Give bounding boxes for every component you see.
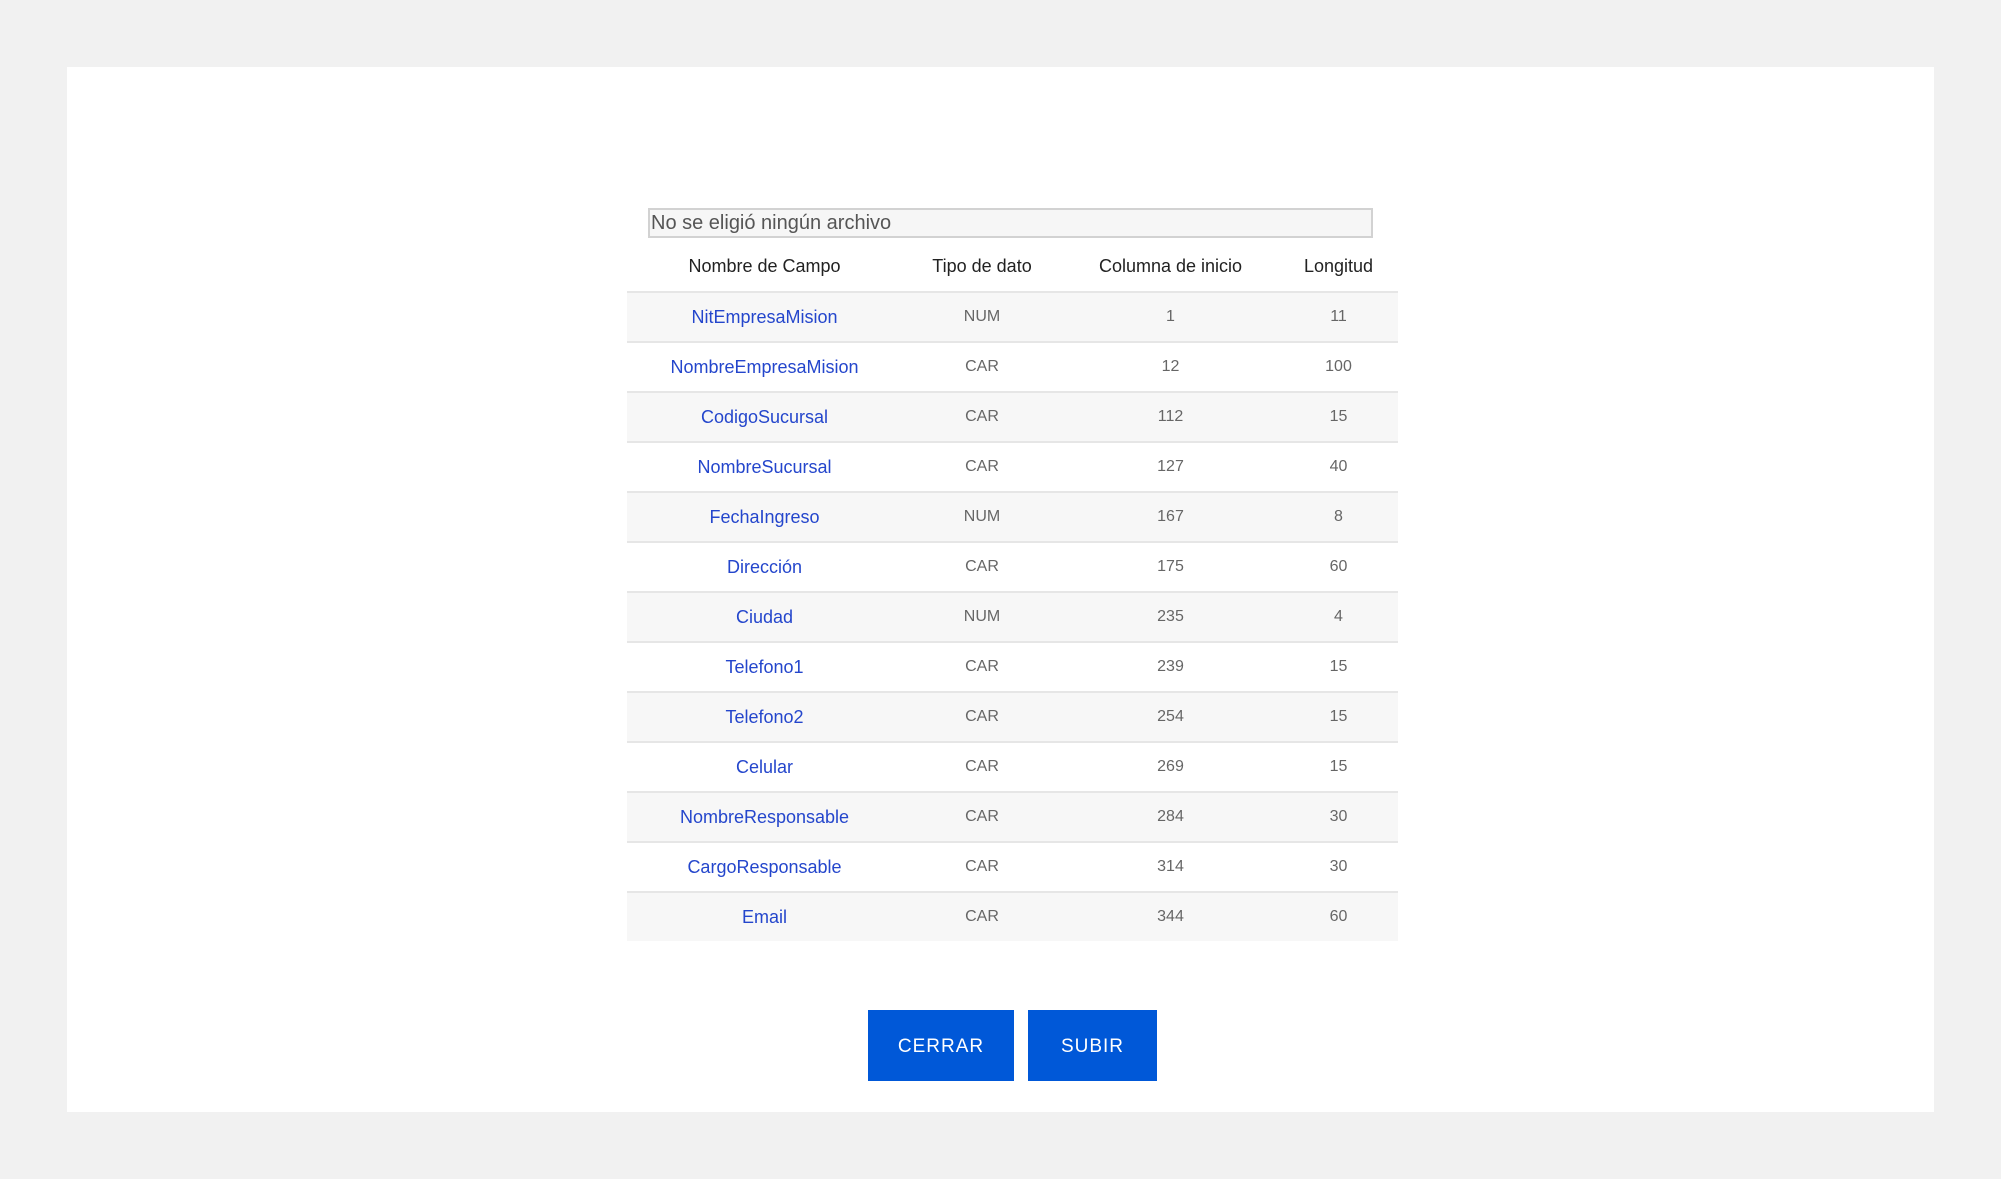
- field-name-link[interactable]: CodigoSucursal: [627, 391, 902, 442]
- field-name-link[interactable]: NombreResponsable: [627, 791, 902, 842]
- upload-button[interactable]: SUBIR: [1028, 1010, 1157, 1081]
- column-header-tipo: Tipo de dato: [932, 255, 1032, 276]
- data-type-cell: CAR: [902, 791, 1062, 842]
- start-column-cell: 1: [1062, 291, 1279, 342]
- start-column-cell: 254: [1062, 691, 1279, 742]
- length-cell: 60: [1279, 891, 1398, 941]
- data-type-cell: CAR: [902, 541, 1062, 592]
- length-cell: 100: [1279, 341, 1398, 392]
- length-cell: 15: [1279, 641, 1398, 692]
- table-row: CargoResponsable CAR 314 30: [627, 841, 1398, 892]
- field-name-link[interactable]: NombreEmpresaMision: [627, 341, 902, 392]
- column-header-nombre: Nombre de Campo: [688, 255, 841, 276]
- data-type-cell: CAR: [902, 891, 1062, 941]
- field-name-link[interactable]: Telefono1: [627, 641, 902, 692]
- field-name-link[interactable]: FechaIngreso: [627, 491, 902, 542]
- start-column-cell: 127: [1062, 441, 1279, 492]
- start-column-cell: 235: [1062, 591, 1279, 642]
- data-type-cell: CAR: [902, 391, 1062, 442]
- table-row: NombreResponsable CAR 284 30: [627, 791, 1398, 842]
- start-column-cell: 12: [1062, 341, 1279, 392]
- length-cell: 30: [1279, 791, 1398, 842]
- field-name-link[interactable]: Email: [627, 891, 902, 941]
- table-row: FechaIngreso NUM 167 8: [627, 491, 1398, 542]
- table-row: Telefono1 CAR 239 15: [627, 641, 1398, 692]
- start-column-cell: 269: [1062, 741, 1279, 792]
- data-type-cell: CAR: [902, 691, 1062, 742]
- field-name-link[interactable]: CargoResponsable: [627, 841, 902, 892]
- table-row: Ciudad NUM 235 4: [627, 591, 1398, 642]
- length-cell: 15: [1279, 741, 1398, 792]
- data-type-cell: NUM: [902, 491, 1062, 542]
- length-cell: 15: [1279, 391, 1398, 442]
- table-row: Telefono2 CAR 254 15: [627, 691, 1398, 742]
- start-column-cell: 314: [1062, 841, 1279, 892]
- table-row: Email CAR 344 60: [627, 891, 1398, 941]
- field-name-link[interactable]: NombreSucursal: [627, 441, 902, 492]
- data-type-cell: NUM: [902, 591, 1062, 642]
- column-header-inicio: Columna de inicio: [1098, 255, 1243, 276]
- table-row: NitEmpresaMision NUM 1 11: [627, 291, 1398, 342]
- field-name-link[interactable]: NitEmpresaMision: [627, 291, 902, 342]
- column-header-longitud: Longitud: [1303, 255, 1374, 276]
- field-name-link[interactable]: Telefono2: [627, 691, 902, 742]
- table-row: NombreEmpresaMision CAR 12 100: [627, 341, 1398, 392]
- close-button[interactable]: CERRAR: [868, 1010, 1014, 1081]
- data-type-cell: NUM: [902, 291, 1062, 342]
- data-type-cell: CAR: [902, 641, 1062, 692]
- data-type-cell: CAR: [902, 441, 1062, 492]
- length-cell: 40: [1279, 441, 1398, 492]
- fields-table: Nombre de Campo Tipo de dato Columna de …: [627, 241, 1398, 941]
- file-input[interactable]: No se eligió ningún archivo: [648, 208, 1373, 238]
- length-cell: 30: [1279, 841, 1398, 892]
- table-row: Celular CAR 269 15: [627, 741, 1398, 792]
- length-cell: 60: [1279, 541, 1398, 592]
- table-header-row: Nombre de Campo Tipo de dato Columna de …: [627, 241, 1398, 292]
- length-cell: 4: [1279, 591, 1398, 642]
- start-column-cell: 344: [1062, 891, 1279, 941]
- start-column-cell: 284: [1062, 791, 1279, 842]
- data-type-cell: CAR: [902, 841, 1062, 892]
- table-row: Dirección CAR 175 60: [627, 541, 1398, 592]
- field-name-link[interactable]: Ciudad: [627, 591, 902, 642]
- field-name-link[interactable]: Dirección: [627, 541, 902, 592]
- data-type-cell: CAR: [902, 741, 1062, 792]
- start-column-cell: 112: [1062, 391, 1279, 442]
- data-type-cell: CAR: [902, 341, 1062, 392]
- length-cell: 8: [1279, 491, 1398, 542]
- table-row: NombreSucursal CAR 127 40: [627, 441, 1398, 492]
- field-name-link[interactable]: Celular: [627, 741, 902, 792]
- length-cell: 15: [1279, 691, 1398, 742]
- length-cell: 11: [1279, 291, 1398, 342]
- start-column-cell: 167: [1062, 491, 1279, 542]
- start-column-cell: 175: [1062, 541, 1279, 592]
- start-column-cell: 239: [1062, 641, 1279, 692]
- upload-dialog: No se eligió ningún archivo Nombre de Ca…: [67, 67, 1934, 1112]
- table-row: CodigoSucursal CAR 112 15: [627, 391, 1398, 442]
